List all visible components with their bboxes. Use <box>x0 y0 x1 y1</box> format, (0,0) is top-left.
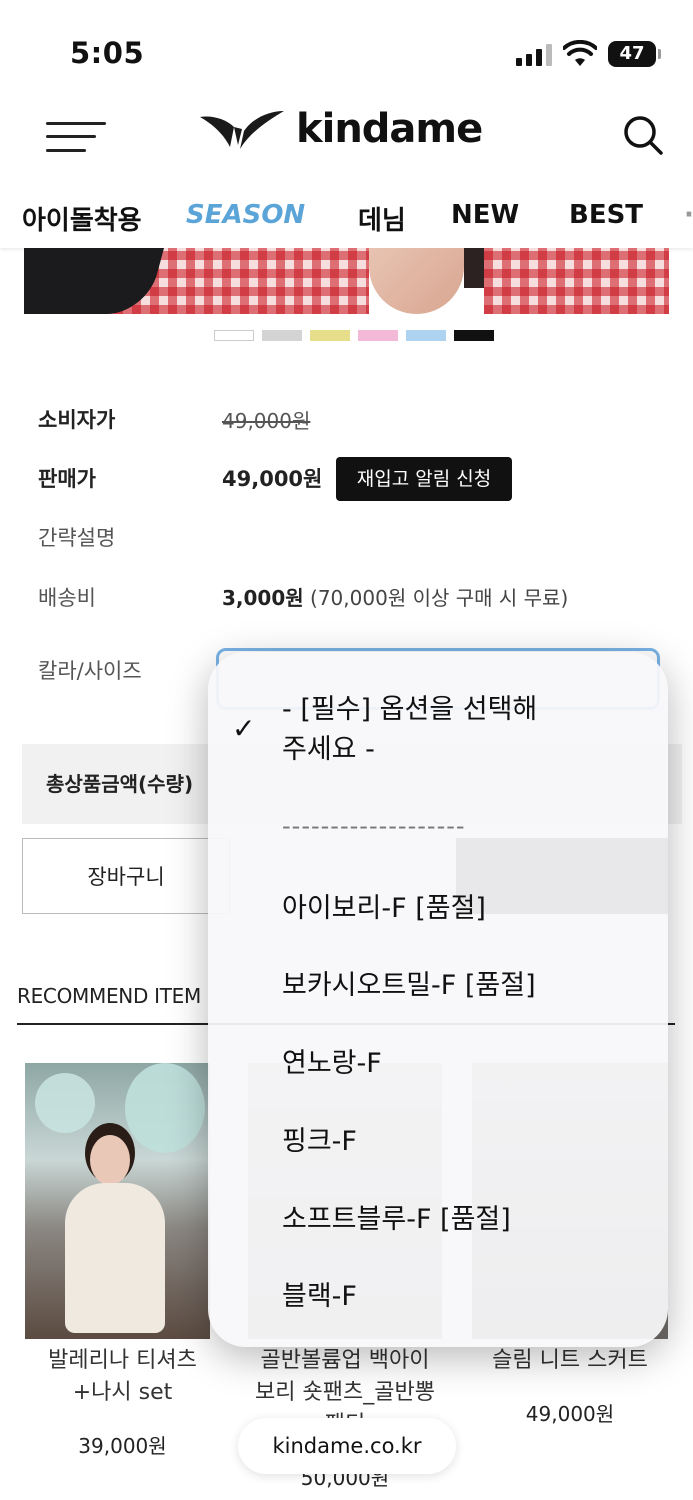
option-pink[interactable]: 핑크-F <box>282 1119 357 1158</box>
recommend-item-name[interactable]: 슬림 니트 스커트 <box>465 1345 675 1377</box>
tab-denim[interactable]: 데님 <box>358 200 406 237</box>
cart-button[interactable]: 장바구니 <box>22 838 230 914</box>
restock-alert-button[interactable]: 재입고 알림 신청 <box>336 457 512 501</box>
site-logo[interactable]: kindame <box>198 106 483 152</box>
brand-name: kindame <box>296 106 483 152</box>
consumer-price: 49,000원 <box>222 409 311 433</box>
swatch-black[interactable] <box>454 330 494 341</box>
wifi-icon <box>563 40 597 66</box>
recommend-item-name[interactable]: 발레리나 티셔츠 +나시 set <box>20 1345 225 1409</box>
tab-season[interactable]: SEASON <box>186 200 305 230</box>
consumer-price-label: 소비자가 <box>38 408 116 432</box>
battery-icon: 47 <box>608 41 661 67</box>
swatch-blue[interactable] <box>406 330 446 341</box>
recommend-item-price: 49,000원 <box>525 1402 615 1426</box>
option-black[interactable]: 블랙-F <box>282 1274 357 1313</box>
option-oatmeal[interactable]: 보카시오트밀-F [품절] <box>282 963 536 1002</box>
tab-best[interactable]: BEST <box>569 200 643 230</box>
swatch-gray[interactable] <box>262 330 302 341</box>
wings-logo-icon <box>200 111 284 149</box>
option-soft-blue[interactable]: 소프트블루-F [품절] <box>282 1197 511 1236</box>
total-label: 총상품금액(수량) <box>46 772 194 796</box>
option-line: - [필수] 옵션을 선택해 <box>282 694 538 725</box>
tab-new[interactable]: NEW <box>451 200 519 230</box>
product-image[interactable] <box>24 248 669 314</box>
shipping-fee: 3,000원 <box>222 586 304 610</box>
sale-price: 49,000원 <box>222 467 323 491</box>
item-name-line: 보리 숏팬츠_골반뽕 <box>255 1380 435 1405</box>
swatch-yellow[interactable] <box>310 330 350 341</box>
item-name-line: 슬림 니트 스커트 <box>492 1348 648 1373</box>
option-line: 주세요 - <box>282 734 375 765</box>
search-icon[interactable] <box>622 114 664 156</box>
item-name-line: 발레리나 티셔츠 <box>48 1348 197 1373</box>
swatch-pink[interactable] <box>358 330 398 341</box>
checkmark-icon: ✓ <box>232 712 256 745</box>
option-label: 칼라/사이즈 <box>38 659 142 683</box>
shipping-info: 3,000원 (70,000원 이상 구매 시 무료) <box>222 582 568 611</box>
color-swatches <box>214 330 494 341</box>
tab-idol[interactable]: 아이돌착용 <box>22 200 142 237</box>
url-bar[interactable]: kindame.co.kr <box>238 1418 456 1474</box>
shipping-note: (70,000원 이상 구매 시 무료) <box>310 586 569 610</box>
recommend-item-image[interactable] <box>25 1063 210 1339</box>
option-required[interactable]: - [필수] 옵션을 선택해 주세요 - <box>282 690 537 770</box>
status-bar: 5:05 47 <box>0 0 693 100</box>
summary-label: 간략설명 <box>38 526 116 550</box>
option-separator[interactable]: ------------------- <box>282 812 466 840</box>
option-dropdown-menu: ✓ - [필수] 옵션을 선택해 주세요 - -----------------… <box>208 652 668 1347</box>
recommend-item-price: 39,000원 <box>78 1434 167 1458</box>
option-ivory[interactable]: 아이보리-F [품절] <box>282 886 486 925</box>
status-time: 5:05 <box>70 36 145 70</box>
item-name-line: +나시 set <box>72 1380 173 1405</box>
cellular-signal-icon <box>516 44 552 66</box>
menu-icon[interactable] <box>46 120 108 154</box>
swatch-ivory[interactable] <box>214 330 254 341</box>
sale-price-label: 판매가 <box>38 467 96 491</box>
tab-more[interactable]: · <box>684 200 693 230</box>
shipping-label: 배송비 <box>38 586 96 610</box>
item-name-line: 골반볼륨업 백아이 <box>260 1348 430 1373</box>
recommend-title: RECOMMEND ITEM <box>17 984 201 1008</box>
category-tabs: 아이돌착용 SEASON 데님 NEW BEST · <box>0 190 693 248</box>
site-header: kindame <box>0 100 693 170</box>
option-light-yellow[interactable]: 연노랑-F <box>282 1041 382 1080</box>
